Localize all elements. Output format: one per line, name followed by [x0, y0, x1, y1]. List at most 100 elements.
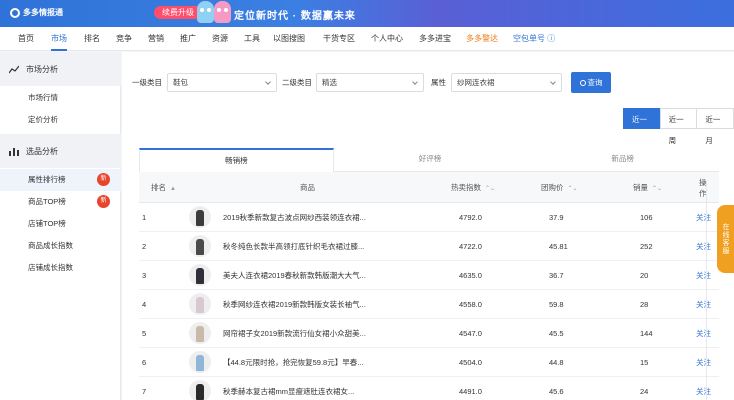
category1-select[interactable]: 鞋包 — [167, 73, 277, 92]
main-nav: 首页 市场 排名 竞争 营销 推广 资源 工具 以图搜图 干货专区 个人中心 多多进宝 多多警达 空包单号… — [0, 27, 734, 51]
sidebar-item-product-top[interactable]: 商品TOP榜 新 — [0, 191, 121, 213]
sidebar-group-product[interactable]: 选品分析 — [0, 134, 121, 168]
nav-item-9[interactable]: 干货专区 — [323, 27, 355, 51]
sidebar-item-label: 属性排行榜 — [28, 175, 66, 184]
sidebar-item-label: 商品TOP榜 — [28, 197, 66, 206]
nav-item-8[interactable]: 以图搜图 — [273, 27, 305, 51]
product-thumbnail[interactable] — [189, 206, 211, 228]
nav-item-6[interactable]: 资源 — [212, 27, 228, 51]
nav-item-10[interactable]: 个人中心 — [371, 27, 403, 51]
query-button-label: 查询 — [587, 78, 603, 87]
hot-index-cell: 4504.0 — [459, 358, 482, 367]
query-button[interactable]: 查询 — [571, 72, 611, 93]
product-title[interactable]: 美夫人连衣裙2019春秋新款韩版潮大大气... — [223, 261, 366, 290]
category1-label: 一级类目 — [132, 78, 162, 87]
product-title[interactable]: 秋冬纯色长款半高领打底针织毛衣裙过膝... — [223, 232, 364, 261]
sidebar-item-shop-top[interactable]: 店铺TOP榜 — [0, 213, 121, 235]
table-row[interactable]: 3 美夫人连衣裙2019春秋新款韩版潮大大气... 4635.0 36.7 20 关注 — [139, 261, 719, 290]
product-title[interactable]: 【44.8元限时抢，抢完恢复59.8元】早春... — [223, 348, 363, 377]
product-header: 商品 — [300, 183, 315, 192]
nav-item-4[interactable]: 营销 — [148, 27, 164, 51]
follow-link[interactable]: 关注 — [696, 348, 711, 377]
product-title[interactable]: 网帘裙子女2019新款流行仙女裙小众甜美... — [223, 319, 366, 348]
product-thumbnail[interactable] — [189, 351, 211, 373]
nav-item-2[interactable]: 排名 — [84, 27, 100, 51]
sales-cell: 106 — [640, 213, 653, 222]
sort-icon: ⌃⌄ — [567, 186, 578, 192]
category2-label: 二级类目 — [282, 78, 312, 87]
hot-index-header-label: 热卖指数 — [451, 183, 481, 192]
price-cell: 44.8 — [549, 358, 564, 367]
product-title[interactable]: 秋季赫本复古裙mm显瘦遮肚连衣裙女... — [223, 377, 354, 400]
price-cell: 37.9 — [549, 213, 564, 222]
sort-up-icon: ▲ — [170, 186, 176, 192]
product-figure — [196, 326, 204, 342]
category2-select[interactable]: 精选 — [316, 73, 424, 92]
promo-tag[interactable]: 续费升级 — [154, 6, 202, 19]
rank-cell: 5 — [142, 329, 147, 338]
table-row[interactable]: 4 秋季网纱连衣裙2019新款韩版女装长袖气... 4558.0 59.8 28 关注 — [139, 290, 719, 319]
sidebar-item-market-trend[interactable]: 市场行情 — [0, 87, 121, 109]
hot-index-cell: 4722.0 — [459, 242, 482, 251]
product-title[interactable]: 秋季网纱连衣裙2019新款韩版女装长袖气... — [223, 290, 366, 319]
sales-header[interactable]: 销量 ⌃⌄ — [633, 172, 662, 205]
scrollbar-track[interactable] — [706, 180, 707, 400]
follow-link[interactable]: 关注 — [696, 232, 711, 261]
product-thumbnail[interactable] — [189, 380, 211, 400]
tab-new-products[interactable]: 新品榜 — [526, 148, 719, 171]
table-row[interactable]: 1 2019秋季新款复古波点网纱西装领连衣裙... 4792.0 37.9 106 关注 — [139, 203, 719, 232]
nav-item-7[interactable]: 工具 — [244, 27, 260, 51]
rank-header-label: 排名 — [151, 183, 166, 192]
product-title[interactable]: 2019秋季新款复古波点网纱西装领连衣裙... — [223, 203, 366, 232]
nav-item-1[interactable]: 市场 — [51, 27, 67, 51]
rank-cell: 2 — [142, 242, 147, 251]
nav-item-0[interactable]: 首页 — [18, 27, 34, 51]
range-month-button[interactable]: 近一月 — [696, 108, 734, 145]
table-row[interactable]: 5 网帘裙子女2019新款流行仙女裙小众甜美... 4547.0 45.5 144 关注 — [139, 319, 719, 348]
attribute-label: 属性 — [431, 78, 446, 87]
nav-item-11[interactable]: 多多进宝 — [419, 27, 451, 51]
sort-icon: ⌃⌄ — [652, 186, 663, 192]
product-thumbnail[interactable] — [189, 293, 211, 315]
hot-index-header[interactable]: 热卖指数 ⌃⌄ — [451, 172, 495, 205]
ranking-tabs: 畅销榜 好评榜 新品榜 — [139, 148, 719, 173]
table-row[interactable]: 7 秋季赫本复古裙mm显瘦遮肚连衣裙女... 4491.0 45.6 24 关注 — [139, 377, 719, 400]
brand-logo[interactable]: 多多情报通 — [10, 7, 63, 18]
sidebar-item-pricing[interactable]: 定价分析 — [0, 109, 121, 131]
follow-link[interactable]: 关注 — [696, 319, 711, 348]
tab-bestseller[interactable]: 畅销榜 — [139, 148, 334, 173]
price-header[interactable]: 团购价 ⌃⌄ — [541, 172, 578, 205]
rank-cell: 7 — [142, 387, 147, 396]
follow-link[interactable]: 关注 — [696, 261, 711, 290]
sales-cell: 24 — [640, 387, 649, 396]
nav-item-12[interactable]: 多多警达 — [466, 27, 498, 51]
search-icon — [579, 80, 586, 86]
follow-link[interactable]: 关注 — [696, 203, 711, 232]
product-thumbnail[interactable] — [189, 264, 211, 286]
sidebar-item-attr-rank[interactable]: 属性排行榜 新 — [0, 169, 121, 191]
banner-headline: 定位新时代 · 数据赢未来 — [234, 11, 356, 22]
follow-link[interactable]: 关注 — [696, 290, 711, 319]
category1-value: 鞋包 — [173, 78, 188, 87]
chevron-down-icon — [412, 79, 418, 85]
nav-item-13[interactable]: 空包单号 ⓘ — [513, 27, 555, 51]
sales-cell: 20 — [640, 271, 649, 280]
table-row[interactable]: 6 【44.8元限时抢，抢完恢复59.8元】早春... 4504.0 44.8 15 关注 — [139, 348, 719, 377]
table-row[interactable]: 2 秋冬纯色长款半高领打底针织毛衣裙过膝... 4722.0 45.81 252 关注 — [139, 232, 719, 261]
nav-item-3[interactable]: 竞争 — [116, 27, 132, 51]
nav-item-5[interactable]: 推广 — [180, 27, 196, 51]
range-day-button[interactable]: 近一天 — [623, 108, 661, 145]
attribute-select[interactable]: 纱网连衣裙 — [451, 73, 562, 92]
follow-link[interactable]: 关注 — [696, 377, 711, 400]
range-week-button[interactable]: 近一周 — [659, 108, 698, 145]
sidebar-group-market[interactable]: 市场分析 — [0, 52, 121, 86]
table-body: 1 2019秋季新款复古波点网纱西装领连衣裙... 4792.0 37.9 106 关注 2… — [139, 203, 719, 400]
online-service-button[interactable]: 在线客服 — [717, 205, 734, 273]
tab-top-rated[interactable]: 好评榜 — [334, 148, 527, 171]
new-badge: 新 — [97, 173, 110, 186]
product-thumbnail[interactable] — [189, 322, 211, 344]
product-thumbnail[interactable] — [189, 235, 211, 257]
sidebar-item-product-growth[interactable]: 商品成长指数 — [0, 235, 121, 257]
rank-header[interactable]: 排名 ▲ — [151, 172, 176, 205]
sidebar-item-shop-growth[interactable]: 店铺成长指数 — [0, 257, 121, 279]
